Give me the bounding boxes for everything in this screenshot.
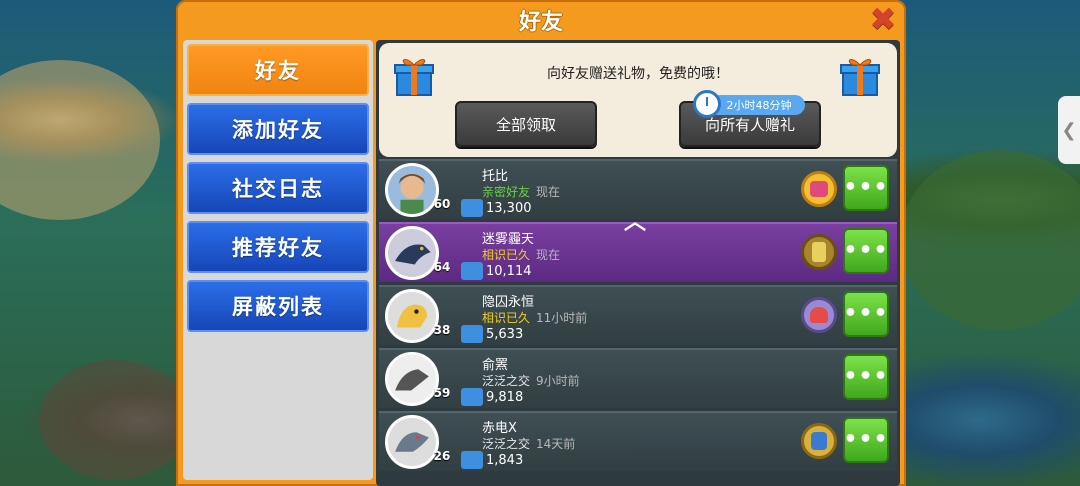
last-seen: 现在 [536,185,561,199]
friend-name: 赤电X [482,421,517,436]
tab-social-log[interactable]: 社交日志 [187,162,369,214]
tab-add-friend[interactable]: 添加好友 [187,103,369,155]
last-seen: 9小时前 [536,374,580,388]
purple-helmet-badge-icon [801,297,837,333]
friend-name: 迷雾霾天 [482,232,535,247]
more-label: ••• [843,427,889,452]
trophy-icon [461,325,483,343]
tab-label: 社交日志 [232,177,324,201]
friend-score: 13,300 [486,201,532,216]
friend-name: 托比 [482,169,509,184]
more-label: ••• [843,238,889,263]
tab-label: 添加好友 [232,118,324,142]
level-star-badge: 38 [429,317,455,343]
relation-label: 亲密好友 [482,185,531,199]
last-seen: 14天前 [536,437,576,451]
relation-label: 相识已久 [482,248,531,262]
tab-recommended-friends[interactable]: 推荐好友 [187,221,369,273]
friends-content: 向好友赠送礼物，免费的哦！ 全部领取 向所有人赠礼 2小时48分钟 60 托比 … [376,40,900,486]
gold-trophy-badge-icon [801,234,837,270]
friend-name: 俞罴 [482,358,509,373]
friend-name: 隐囚永恒 [482,295,535,310]
relation-label: 泛泛之交 [482,437,531,451]
more-label: ••• [843,301,889,326]
tab-label: 好友 [255,59,301,83]
last-seen: 11小时前 [536,311,588,325]
close-icon[interactable]: ✖ [868,3,898,35]
tab-label: 屏蔽列表 [232,295,324,319]
relation-label: 相识已久 [482,311,531,325]
more-options-button[interactable]: ••• [843,417,889,463]
more-label: ••• [843,364,889,389]
tab-friends[interactable]: 好友 [187,44,369,96]
relation-label: 泛泛之交 [482,374,531,388]
pink-crown-badge-icon [801,171,837,207]
level-number: 59 [433,386,451,400]
friend-relation: 泛泛之交 9小时前 [482,372,580,389]
level-star-badge: 59 [429,380,455,406]
more-options-button[interactable]: ••• [843,354,889,400]
gift-message: 向好友赠送礼物，免费的哦！ [547,66,729,82]
claim-all-label: 全部领取 [495,115,556,134]
clock-icon [693,90,721,118]
level-number: 38 [433,323,451,337]
level-number: 26 [433,449,451,463]
tab-block-list[interactable]: 屏蔽列表 [187,280,369,332]
more-options-button[interactable]: ••• [843,165,889,211]
claim-all-button[interactable]: 全部领取 [455,101,597,147]
more-options-button[interactable]: ••• [843,228,889,274]
level-number: 60 [433,197,451,211]
level-star-badge: 60 [429,191,455,217]
friend-row[interactable]: 26 赤电X 泛泛之交 14天前 1,843 ••• [379,411,897,471]
background-island [0,60,160,220]
trophy-icon [461,262,483,280]
level-number: 64 [433,260,451,274]
friend-score: 5,633 [486,327,524,342]
chevron-up-icon[interactable]: ︿ [624,204,646,236]
side-drawer-handle[interactable]: ❮ [1058,96,1080,164]
blue-robot-badge-icon [801,423,837,459]
friend-score: 10,114 [486,264,532,279]
sidebar: 好友 添加好友 社交日志 推荐好友 屏蔽列表 [183,40,373,480]
friend-score: 1,843 [486,453,524,468]
more-options-button[interactable]: ••• [843,291,889,337]
friend-row[interactable]: 38 隐囚永恒 相识已久 11小时前 5,633 ••• [379,285,897,345]
background-island [40,360,190,480]
trophy-icon [461,199,483,217]
last-seen: 现在 [536,248,561,262]
friend-score: 9,818 [486,390,524,405]
level-star-badge: 64 [429,254,455,280]
friend-relation: 泛泛之交 14天前 [482,435,575,452]
background-island [900,150,1080,330]
gift-all-label: 向所有人赠礼 [704,115,795,134]
panel-title: 好友 [518,10,563,35]
friend-relation: 亲密好友 现在 [482,183,560,200]
friend-relation: 相识已久 11小时前 [482,309,587,326]
trophy-icon [461,388,483,406]
friends-panel: 好友 ✖ 好友 添加好友 社交日志 推荐好友 屏蔽列表 向好友赠送礼物，免费的哦… [176,0,906,486]
friend-row[interactable]: 59 俞罴 泛泛之交 9小时前 9,818 ••• [379,348,897,408]
gift-banner: 向好友赠送礼物，免费的哦！ 全部领取 向所有人赠礼 2小时48分钟 [379,43,897,157]
friend-relation: 相识已久 现在 [482,246,560,263]
more-label: ••• [843,175,889,200]
trophy-icon [461,451,483,469]
tab-label: 推荐好友 [232,236,324,260]
level-star-badge: 26 [429,443,455,469]
